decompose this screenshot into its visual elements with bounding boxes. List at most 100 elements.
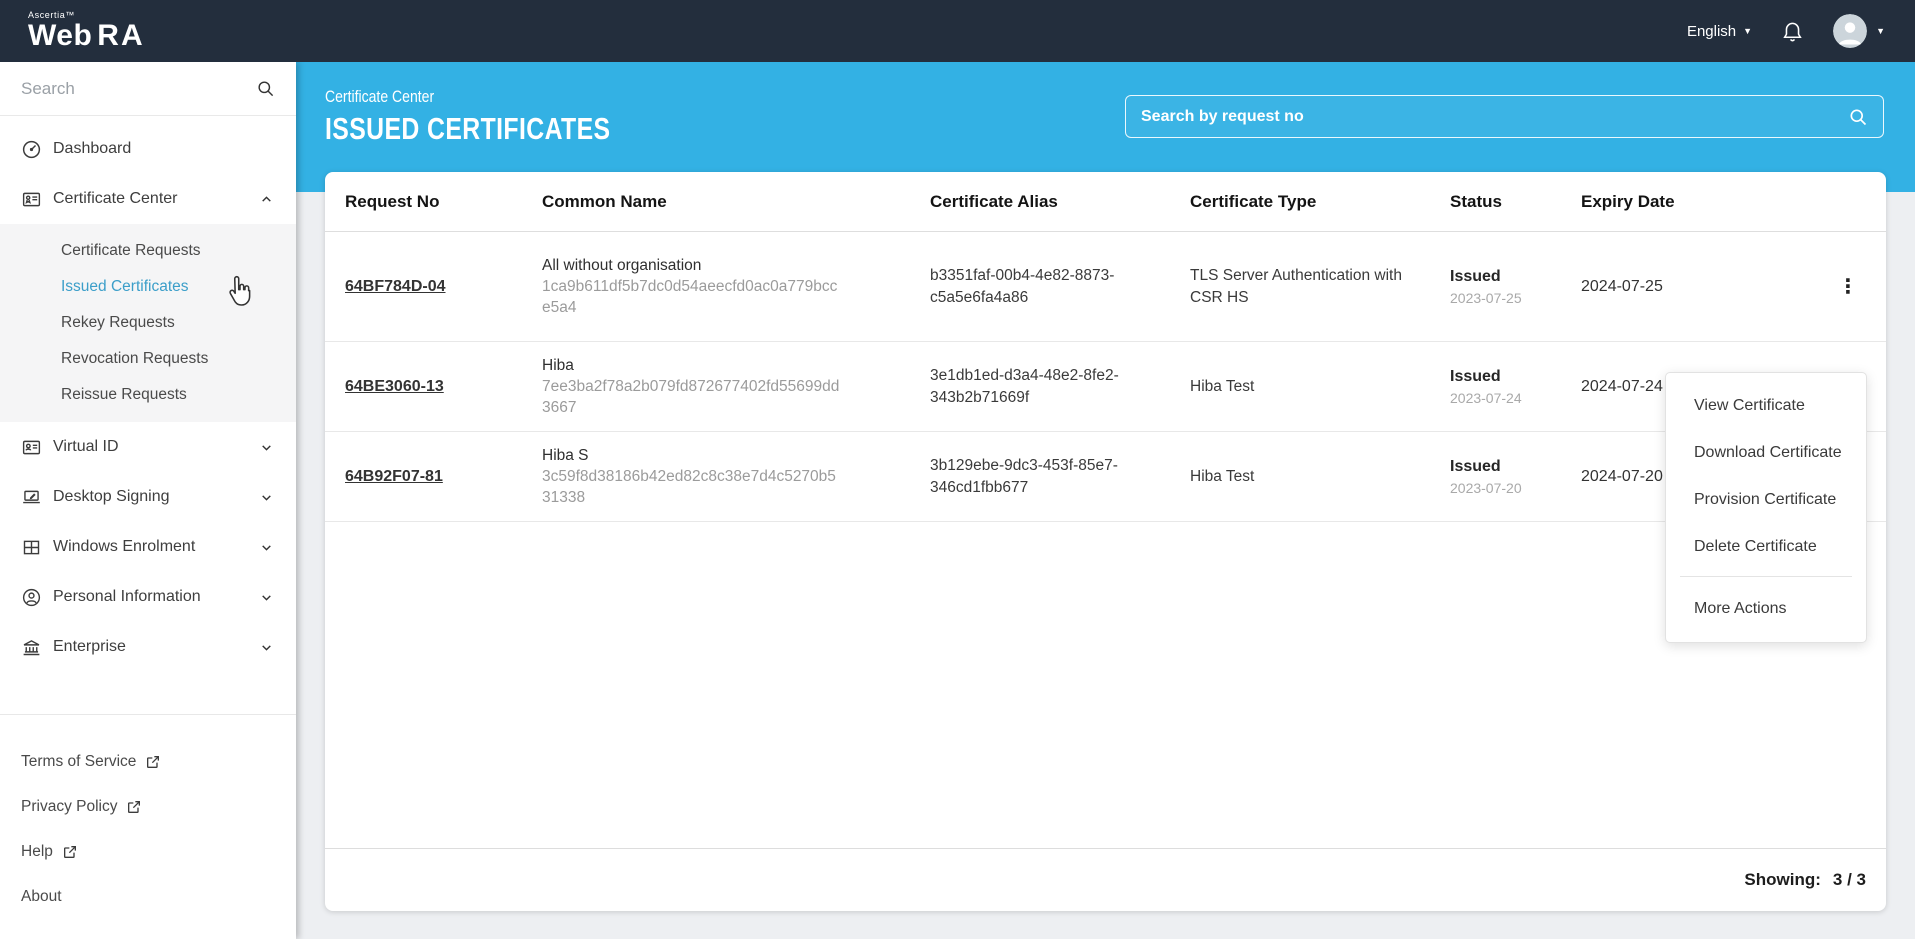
column-header-common-name: Common Name (542, 191, 667, 211)
caret-down-icon: ▼ (1743, 25, 1753, 36)
chevron-down-icon (260, 591, 273, 604)
request-no-link[interactable]: 64BF784D-04 (345, 278, 446, 296)
certificate-type: Hiba Test (1190, 467, 1255, 485)
sidebar-item-label: Personal Information (53, 588, 201, 605)
certificate-alias: 3e1db1ed-d3a4-48e2-8fe2-343b2b71669f (930, 366, 1119, 406)
page-heading: Certificate Center ISSUED CERTIFICATES (325, 88, 682, 147)
notifications-bell-icon[interactable] (1780, 19, 1805, 44)
chevron-down-icon (260, 541, 273, 554)
id-card-icon (21, 437, 42, 458)
status-badge: Issued (1450, 457, 1501, 475)
certificate-center-submenu: Certificate Requests Issued Certificates… (0, 224, 296, 422)
common-name-cell: Hiba S 3c59f8d38186b42ed82c8c38e7d4c5270… (542, 445, 930, 508)
breadcrumb: Certificate Center (325, 88, 435, 106)
sidebar-item-virtual-id[interactable]: Virtual ID (0, 422, 296, 472)
status-badge: Issued (1450, 367, 1501, 385)
column-header-request-no: Request No (345, 191, 440, 211)
certificate-fingerprint: 7ee3ba2f78a2b079fd872677402fd55699dd3667 (542, 378, 840, 416)
bank-building-icon (21, 637, 42, 658)
privacy-policy-link[interactable]: Privacy Policy (0, 784, 296, 829)
showing-count: 3 / 3 (1832, 870, 1866, 889)
webra-logo[interactable]: Ascertia™ Web RA (28, 10, 145, 52)
about-link[interactable]: About (0, 874, 296, 919)
dashboard-gauge-icon (21, 139, 42, 160)
menu-item-provision-certificate[interactable]: Provision Certificate (1666, 476, 1866, 523)
sidebar: Dashboard Certificate Center Certificate… (0, 62, 296, 939)
menu-divider (1680, 576, 1852, 577)
chevron-down-icon (260, 641, 273, 654)
windows-icon (21, 537, 42, 558)
certificate-type: Hiba Test (1190, 377, 1255, 395)
person-circle-icon (21, 587, 42, 608)
certificate-fingerprint: 3c59f8d38186b42ed82c8c38e7d4c5270b531338 (542, 468, 836, 506)
sidebar-search (0, 62, 296, 116)
terms-of-service-link[interactable]: Terms of Service (0, 739, 296, 784)
sidebar-item-enterprise[interactable]: Enterprise (0, 622, 296, 672)
search-icon[interactable] (1848, 107, 1868, 127)
menu-item-delete-certificate[interactable]: Delete Certificate (1666, 523, 1866, 570)
certificate-alias: b3351faf-00b4-4e82-8873-c5a5e6fa4a86 (930, 266, 1115, 306)
laptop-pen-icon (21, 487, 42, 508)
sidebar-item-personal-information[interactable]: Personal Information (0, 572, 296, 622)
status-cell: Issued 2023-07-24 (1450, 368, 1581, 406)
row-actions-kebab-icon[interactable]: ⋮ (1838, 277, 1858, 297)
brand-webra: Web RA (28, 19, 145, 52)
table-row: 64BE3060-13 Hiba 7ee3ba2f78a2b079fd87267… (325, 342, 1886, 432)
sidebar-item-issued-certificates[interactable]: Issued Certificates (0, 269, 296, 305)
sidebar-item-certificate-requests[interactable]: Certificate Requests (0, 233, 296, 269)
sidebar-item-desktop-signing[interactable]: Desktop Signing (0, 472, 296, 522)
sidebar-item-dashboard[interactable]: Dashboard (0, 124, 296, 174)
row-actions-context-menu: View Certificate Download Certificate Pr… (1665, 372, 1867, 643)
request-no-link[interactable]: 64B92F07-81 (345, 468, 443, 486)
sidebar-item-label: Enterprise (53, 638, 126, 655)
avatar (1833, 14, 1868, 48)
status-badge: Issued (1450, 267, 1501, 285)
request-search-input[interactable] (1141, 107, 1848, 126)
sidebar-item-revocation-requests[interactable]: Revocation Requests (0, 341, 296, 377)
external-link-icon (126, 799, 142, 815)
caret-down-icon: ▼ (1876, 25, 1885, 36)
column-header-certificate-type: Certificate Type (1190, 191, 1317, 211)
status-cell: Issued 2023-07-25 (1450, 268, 1581, 306)
sidebar-item-windows-enrolment[interactable]: Windows Enrolment (0, 522, 296, 572)
sidebar-item-label: Certificate Center (53, 190, 178, 207)
status-cell: Issued 2023-07-20 (1450, 458, 1581, 496)
common-name-cell: Hiba 7ee3ba2f78a2b079fd872677402fd55699d… (542, 355, 930, 418)
certificate-card-icon (21, 189, 42, 210)
request-search-box (1125, 95, 1884, 138)
sidebar-item-label: Windows Enrolment (53, 538, 196, 555)
help-link[interactable]: Help (0, 829, 296, 874)
topbar: Ascertia™ Web RA English ▼ ▼ (0, 0, 1915, 62)
language-selector[interactable]: English ▼ (1687, 23, 1752, 40)
page-title: ISSUED CERTIFICATES (325, 111, 611, 146)
table-header-row: Request No Common Name Certificate Alias… (325, 172, 1886, 232)
sidebar-item-label: Dashboard (53, 140, 132, 157)
sidebar-item-label: Virtual ID (53, 438, 119, 455)
user-menu[interactable]: ▼ (1833, 14, 1885, 48)
menu-item-more-actions[interactable]: More Actions (1666, 583, 1866, 634)
certificate-alias: 3b129ebe-9dc3-453f-85e7-346cd1fbb677 (930, 456, 1118, 496)
sidebar-item-certificate-center[interactable]: Certificate Center (0, 174, 296, 224)
request-no-link[interactable]: 64BE3060-13 (345, 378, 444, 396)
table-footer: Showing: 3 / 3 (325, 848, 1886, 911)
sidebar-search-input[interactable] (21, 78, 256, 99)
sidebar-item-reissue-requests[interactable]: Reissue Requests (0, 377, 296, 413)
issued-certificates-card: Request No Common Name Certificate Alias… (325, 172, 1886, 911)
column-header-status: Status (1450, 191, 1502, 211)
showing-label: Showing: (1744, 870, 1821, 889)
common-name-cell: All without organisation 1ca9b611df5b7dc… (542, 255, 930, 318)
table-row: 64B92F07-81 Hiba S 3c59f8d38186b42ed82c8… (325, 432, 1886, 522)
certificate-type: TLS Server Authentication with CSR HS (1190, 266, 1402, 306)
table-row: 64BF784D-04 All without organisation 1ca… (325, 232, 1886, 342)
menu-item-view-certificate[interactable]: View Certificate (1666, 382, 1866, 429)
sidebar-item-rekey-requests[interactable]: Rekey Requests (0, 305, 296, 341)
external-link-icon (62, 844, 78, 860)
menu-item-download-certificate[interactable]: Download Certificate (1666, 429, 1866, 476)
column-header-certificate-alias: Certificate Alias (930, 191, 1058, 211)
chevron-up-icon (260, 193, 273, 206)
language-label: English (1686, 22, 1737, 40)
sidebar-nav: Dashboard Certificate Center Certificate… (0, 116, 296, 672)
sidebar-footer-links: Terms of Service Privacy Policy Help Abo… (0, 715, 296, 919)
search-icon[interactable] (256, 79, 275, 98)
expiry-date: 2024-07-25 (1581, 277, 1663, 295)
